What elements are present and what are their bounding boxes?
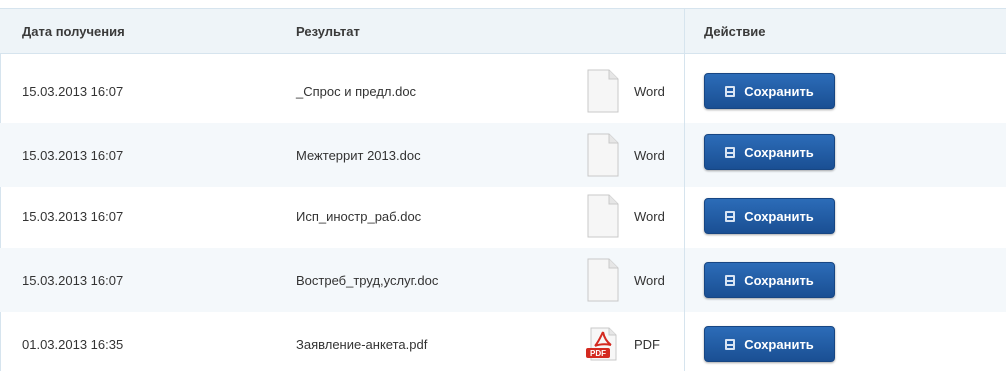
received-date: 15.03.2013 16:07 — [22, 208, 124, 224]
file-name: Исп_иностр_раб.doc — [296, 208, 422, 224]
save-button-label: Сохранить — [744, 272, 814, 288]
received-date: 01.03.2013 16:35 — [22, 336, 124, 352]
file-type: Word — [634, 272, 665, 288]
save-button[interactable]: Сохранить — [704, 134, 835, 170]
word-document-icon — [587, 194, 619, 238]
received-date: 15.03.2013 16:07 — [22, 83, 124, 99]
save-button[interactable]: Сохранить — [704, 198, 835, 234]
save-button-label: Сохранить — [744, 144, 814, 160]
received-date: 15.03.2013 16:07 — [22, 272, 124, 288]
table-header: Дата получения Результат Действие — [0, 8, 1006, 54]
save-button-label: Сохранить — [744, 208, 814, 224]
file-type: Word — [634, 83, 665, 99]
word-document-icon — [587, 258, 619, 302]
column-header-result: Результат — [296, 24, 360, 39]
file-name: Межтеррит 2013.doc — [296, 147, 421, 163]
word-document-icon — [587, 69, 619, 113]
save-button[interactable]: Сохранить — [704, 326, 835, 362]
floppy-disk-icon — [725, 146, 736, 158]
file-name: _Спрос и предл.doc — [296, 83, 417, 99]
column-header-date: Дата получения — [22, 24, 125, 39]
column-divider — [684, 8, 685, 371]
table-row: 15.03.2013 16:07 Межтеррит 2013.doc Word… — [0, 123, 1006, 187]
file-name: Заявление-анкета.pdf — [296, 336, 428, 352]
save-button[interactable]: Сохранить — [704, 73, 835, 109]
svg-text:PDF: PDF — [590, 349, 606, 358]
table-row: 15.03.2013 16:07 _Спрос и предл.doc Word… — [0, 59, 1006, 123]
column-header-action: Действие — [704, 24, 766, 39]
table-row: 15.03.2013 16:07 Исп_иностр_раб.doc Word… — [0, 184, 1006, 248]
save-button-label: Сохранить — [744, 83, 814, 99]
received-date: 15.03.2013 16:07 — [22, 147, 124, 163]
save-button-label: Сохранить — [744, 336, 814, 352]
floppy-disk-icon — [725, 338, 736, 350]
save-button[interactable]: Сохранить — [704, 262, 835, 298]
file-name: Востреб_труд,услуг.doc — [296, 272, 439, 288]
file-type: Word — [634, 147, 665, 163]
floppy-disk-icon — [725, 85, 736, 97]
file-type: PDF — [634, 336, 660, 352]
table-row: 01.03.2013 16:35 Заявление-анкета.pdf PD… — [0, 312, 1006, 371]
pdf-document-icon: PDF — [586, 327, 617, 361]
table-row: 15.03.2013 16:07 Востреб_труд,услуг.doc … — [0, 248, 1006, 312]
floppy-disk-icon — [725, 210, 736, 222]
file-type: Word — [634, 208, 665, 224]
word-document-icon — [587, 133, 619, 177]
floppy-disk-icon — [725, 274, 736, 286]
